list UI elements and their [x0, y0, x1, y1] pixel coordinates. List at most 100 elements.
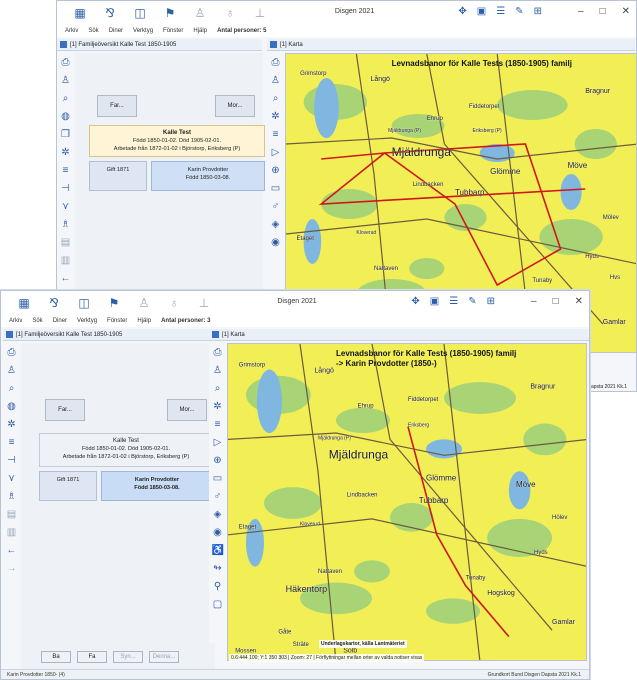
main-person-card[interactable]: Kalle Test Född 1850-01-02. Död 1905-02-…	[89, 125, 265, 157]
doc-icon[interactable]: ▤	[60, 237, 72, 249]
menu-arkiv[interactable]: Arkiv	[65, 28, 78, 34]
ba-button[interactable]: Ba	[41, 651, 71, 663]
flag-icon[interactable]: ⚑	[163, 6, 177, 20]
globe-icon[interactable]: ◍	[60, 111, 72, 123]
grid-icon[interactable]: ▣	[477, 6, 486, 17]
map-walk-icon[interactable]: ♿	[212, 545, 224, 557]
doc2-icon[interactable]: ▥	[60, 255, 72, 267]
copy-icon[interactable]: ❐	[60, 129, 72, 141]
forward-arrow-icon[interactable]: →	[6, 563, 18, 575]
marriage-card[interactable]: Gift 1871	[39, 471, 97, 501]
map-person2-icon[interactable]: ♂	[270, 201, 282, 213]
map-layers-icon[interactable]: ◈	[270, 219, 282, 231]
map-layers-icon[interactable]: ◈	[212, 509, 224, 521]
view-icon[interactable]: ⊞	[487, 296, 495, 307]
menu-verktyg[interactable]: Verktyg	[133, 28, 153, 34]
person-icon[interactable]: ♙	[193, 6, 207, 20]
flag-icon[interactable]: ⚑	[107, 296, 121, 310]
print-icon[interactable]: ⎙	[60, 57, 72, 69]
family-pane-tab[interactable]: [1] Familjeöversikt Kalle Test 1850-1905	[57, 39, 262, 51]
menu-hjalp[interactable]: Hjälp	[137, 318, 151, 324]
map-search-icon[interactable]: ⌕	[270, 93, 282, 105]
fa-button[interactable]: Fa	[77, 651, 107, 663]
layers-icon[interactable]: ☰	[496, 6, 505, 17]
table-icon[interactable]: ◫	[77, 296, 91, 310]
family-icon[interactable]: ▦	[73, 6, 87, 20]
front-family-pane-tab[interactable]: [1] Familjeöversikt Kalle Test 1850-1905	[3, 329, 213, 341]
map-zoom-icon[interactable]: ⊕	[270, 165, 282, 177]
front-map-pane-tab[interactable]: [1] Karta	[209, 329, 589, 341]
menu-fonster[interactable]: Fönster	[107, 318, 127, 324]
map-person-icon[interactable]: ♙	[270, 75, 282, 87]
map-frame-icon[interactable]: ▢	[212, 599, 224, 611]
pen-icon[interactable]: ✎	[468, 296, 476, 307]
map-settings-icon[interactable]: ✲	[270, 111, 282, 123]
table-icon[interactable]: ◫	[133, 6, 147, 20]
map-pane-tab[interactable]: [1] Karta	[267, 39, 635, 51]
list-icon[interactable]: ≡	[60, 165, 72, 177]
split-icon[interactable]: ⊣	[60, 183, 72, 195]
minimize-icon[interactable]: –	[578, 6, 584, 17]
target-icon[interactable]: ✥	[411, 296, 419, 307]
denna-button[interactable]: Denna...	[149, 651, 179, 663]
marriage-card[interactable]: Gift 1871	[89, 161, 147, 191]
group-icon[interactable]: ♗	[60, 219, 72, 231]
person-icon[interactable]: ♙	[137, 296, 151, 310]
father-button[interactable]: Far...	[97, 95, 137, 117]
mother-button[interactable]: Mor...	[167, 399, 207, 421]
map-print-icon[interactable]: ⎙	[270, 57, 282, 69]
search-icon[interactable]: ⌕	[60, 93, 72, 105]
layers-icon[interactable]: ☰	[449, 296, 458, 307]
target-icon[interactable]: ✥	[458, 6, 466, 17]
group-icon[interactable]: ♗	[6, 491, 18, 503]
syn-button[interactable]: Syn...	[113, 651, 143, 663]
map-zoom-icon[interactable]: ⊕	[212, 455, 224, 467]
map-pointer-icon[interactable]: ▷	[270, 147, 282, 159]
menu-sok[interactable]: Sök	[88, 28, 98, 34]
map-route-icon[interactable]: ↬	[212, 563, 224, 575]
maximize-icon[interactable]: □	[553, 296, 559, 307]
pin-icon[interactable]: ♁	[223, 6, 237, 20]
merge-icon[interactable]: ⋎	[60, 201, 72, 213]
minimize-icon[interactable]: –	[531, 296, 537, 307]
close-icon[interactable]: ✕	[622, 6, 630, 17]
merge-icon[interactable]: ⋎	[6, 473, 18, 485]
doc-icon[interactable]: ▤	[6, 509, 18, 521]
person-search-icon[interactable]: ♙	[60, 75, 72, 87]
menu-verktyg[interactable]: Verktyg	[77, 318, 97, 324]
spouse-card[interactable]: Karin Provdotter Född 1850-03-08.	[151, 161, 265, 191]
maximize-icon[interactable]: □	[600, 6, 606, 17]
grid-icon[interactable]: ▣	[430, 296, 439, 307]
map-person-icon[interactable]: ♙	[212, 365, 224, 377]
settings-icon[interactable]: ✲	[60, 147, 72, 159]
map-search-icon[interactable]: ⌕	[212, 383, 224, 395]
list-icon[interactable]: ≡	[6, 437, 18, 449]
menu-diner[interactable]: Diner	[109, 28, 123, 34]
settings-icon[interactable]: ✲	[6, 419, 18, 431]
pin-icon[interactable]: ♁	[167, 296, 181, 310]
spouse-card[interactable]: Karin Provdotter Född 1850-03-08.	[101, 471, 213, 501]
front-map-canvas[interactable]: Grimstorp Långö Ehrup Fiddetorpet Bragnur Mjä…	[228, 344, 587, 661]
menu-arkiv[interactable]: Arkiv	[9, 318, 22, 324]
map-ruler-icon[interactable]: ▭	[212, 473, 224, 485]
doc2-icon[interactable]: ▥	[6, 527, 18, 539]
map-pin-icon[interactable]: ⚲	[212, 581, 224, 593]
mother-button[interactable]: Mor...	[215, 95, 255, 117]
menu-hjalp[interactable]: Hjälp	[193, 28, 207, 34]
split-icon[interactable]: ⊣	[6, 455, 18, 467]
print-icon[interactable]: ⎙	[6, 347, 18, 359]
map-ruler-icon[interactable]: ▭	[270, 183, 282, 195]
menu-sok[interactable]: Sök	[32, 318, 42, 324]
search-icon[interactable]: ⌕	[6, 383, 18, 395]
map-eye-icon[interactable]: ◉	[212, 527, 224, 539]
map-pointer-icon[interactable]: ▷	[212, 437, 224, 449]
front-map[interactable]: Grimstorp Långö Ehrup Fiddetorpet Bragnur Mjä…	[227, 343, 587, 661]
person-search-icon[interactable]: ♙	[6, 365, 18, 377]
map-eye-icon[interactable]: ◉	[270, 237, 282, 249]
chart-icon[interactable]: ⊥	[253, 6, 267, 20]
globe-icon[interactable]: ◍	[6, 401, 18, 413]
map-print-icon[interactable]: ⎙	[212, 347, 224, 359]
tree-icon[interactable]: ⅋	[103, 6, 117, 20]
map-settings-icon[interactable]: ✲	[212, 401, 224, 413]
main-person-card[interactable]: Kalle Test Född 1850-01-02. Död 1905-02-…	[39, 433, 213, 467]
